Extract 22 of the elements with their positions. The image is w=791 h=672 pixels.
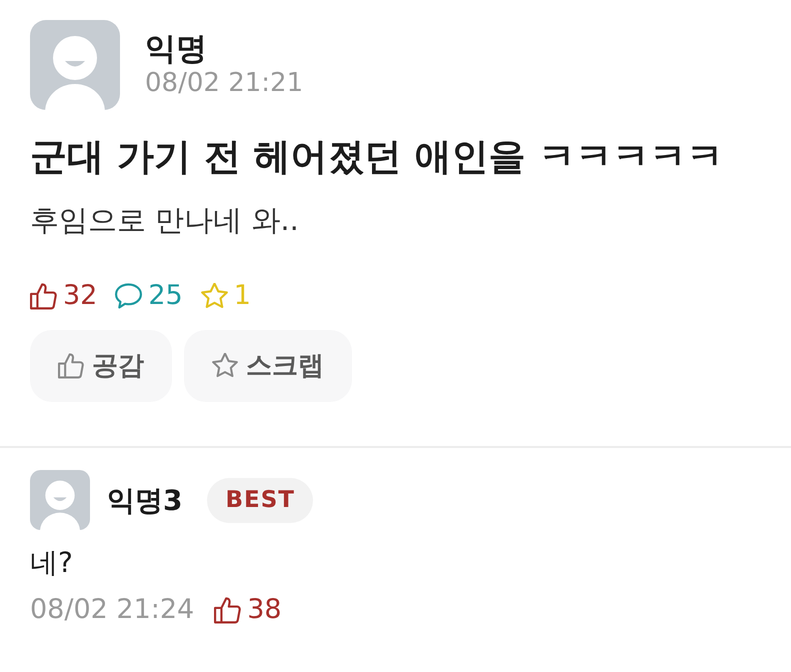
star-icon: [200, 282, 228, 310]
thumbs-up-icon: [214, 596, 242, 624]
post-title: 군대 가기 전 헤어졌던 애인을 ㅋㅋㅋㅋㅋ: [30, 134, 724, 180]
thumbs-up-icon: [30, 282, 57, 310]
comment-author: 익명3: [107, 484, 182, 518]
comment-text: 네?: [30, 546, 74, 580]
scrap-count: 1: [234, 280, 251, 312]
avatar-icon: [30, 20, 120, 110]
comment-timestamp: 08/02 21:24: [30, 594, 194, 626]
speech-bubble-icon: [115, 282, 142, 310]
star-icon: [212, 353, 238, 380]
comment-like-count: 38: [247, 594, 282, 626]
post-timestamp: 08/02 21:21: [145, 68, 304, 100]
avatar-icon: [30, 470, 90, 530]
post-body: 후임으로 만나네 와..: [30, 202, 300, 240]
like-count: 32: [63, 280, 98, 312]
like-button[interactable]: 공감: [30, 330, 172, 402]
author-name: 익명: [145, 30, 208, 68]
scrap-button[interactable]: 스크랩: [184, 330, 352, 402]
thumbs-up-icon: [58, 353, 84, 380]
best-badge: BEST: [207, 478, 313, 524]
comment-count: 25: [148, 280, 183, 312]
